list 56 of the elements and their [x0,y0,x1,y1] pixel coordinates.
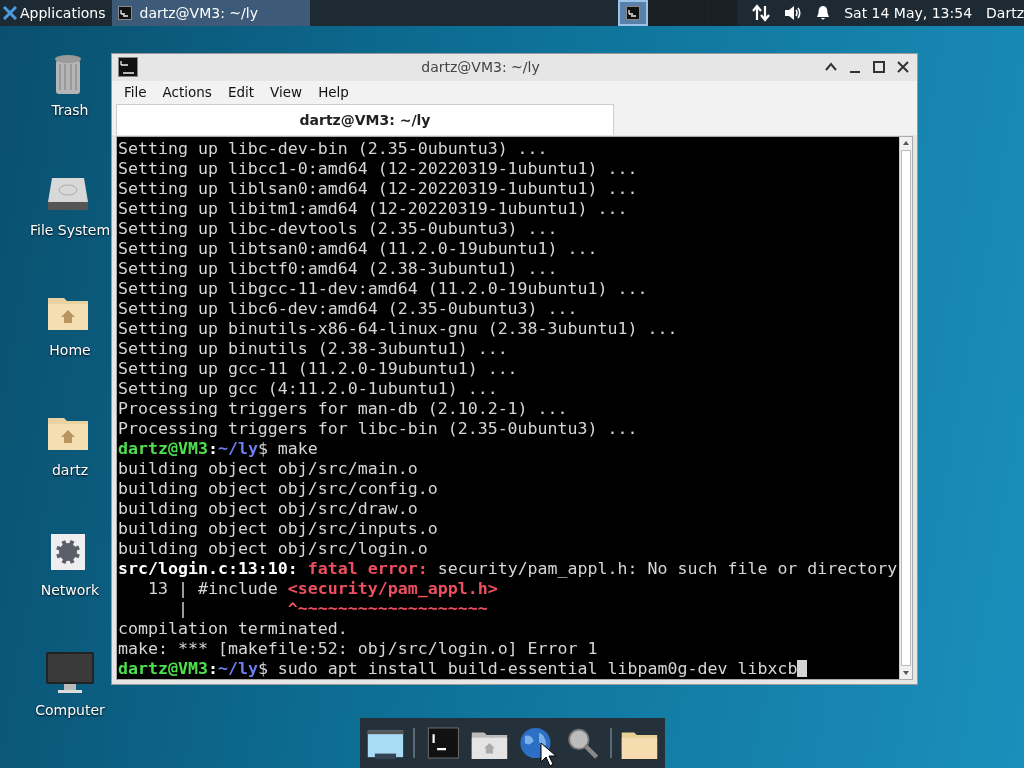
desktop-icon-label[interactable]: Trash [51,102,89,118]
terminal-line: src/login.c:13:10: fatal error: security/pam_appl.h: No such file or directory [118,559,899,579]
terminal-line: Setting up gcc (4:11.2.0-1ubuntu1) ... [118,379,499,399]
scrollbar-thumb[interactable] [901,150,911,666]
terminal-line: Setting up libctf0:amd64 (2.38-3ubuntu1) ... [118,259,559,279]
desktop-icon-label[interactable]: Network [40,582,100,598]
terminal-line: building object obj/src/inputs.o [118,519,439,539]
terminal-line: building object obj/src/login.o [118,539,429,559]
terminal-line: Setting up libtsan0:amd64 (11.2.0-19ubuntu1) ... [118,239,599,259]
desktop-icon-label[interactable]: dartz [51,462,89,478]
terminal-line: Setting up binutils-x86-64-linux-gnu (2.38-3ubuntu1) ... [118,319,679,339]
bell-icon[interactable] [816,5,831,21]
menu-item[interactable]: View [262,83,311,100]
terminal-line: compilation terminated. [118,619,349,639]
terminal-line: Setting up libc-dev-bin (2.35-0ubuntu3) ... [118,139,549,159]
workspace-button[interactable] [618,0,649,26]
terminal-line: make: *** [makefile:52: obj/src/login.o] Error 1 [118,639,599,659]
terminal-line: | ^~~~~~~~~~~~~~~~~~~~ [176,599,489,619]
terminal-line: Setting up libitm1:amd64 (12-20220319-1ubuntu1) ... [118,199,629,219]
user-name[interactable]: Dartz [986,5,1024,21]
terminal-line: 13 | #include <security/pam_appl.h> [146,579,499,599]
desktop-icon-label[interactable]: Computer [35,702,105,718]
terminal-line: Setting up libgcc-11-dev:amd64 (11.2.0-19ubuntu1) ... [118,279,649,299]
terminal-line: Setting up libc-devtools (2.35-0ubuntu3) ... [118,219,559,239]
terminal-line: dartz@VM3:~/ly$ make [118,439,319,459]
volume-icon[interactable] [784,5,803,21]
taskbar-button[interactable]: dartz@VM3: ~/ly [111,0,310,26]
maximize-icon[interactable] [871,59,887,76]
menu-item[interactable]: File [116,83,155,100]
tab[interactable]: dartz@VM3: ~/ly [116,104,614,135]
terminal-line: Processing triggers for libc-bin (2.35-0ubuntu3) ... [118,419,639,439]
clock[interactable]: Sat 14 May, 13:54 [844,5,973,21]
menu-item[interactable]: Actions [154,83,220,100]
applications-menu[interactable]: Applications [0,0,112,26]
menu-item[interactable]: Edit [219,83,263,100]
monitor-icon[interactable] [46,650,94,696]
window-title: dartz@VM3: ~/ly [420,59,541,76]
menu-item[interactable]: Help [310,83,357,100]
terminal-line: building object obj/src/draw.o [118,499,419,519]
terminal-line: Processing triggers for man-db (2.10.2-1) ... [118,399,569,419]
terminal-icon[interactable] [117,6,132,20]
desktop-icon-label[interactable]: Home [49,342,91,358]
terminal-line: Setting up libcc1-0:amd64 (12-20220319-1ubuntu1) ... [118,159,639,179]
terminal-line: dartz@VM3:~/ly$ sudo apt install build-essential libpam0g-dev libxcb [118,659,798,678]
terminal-icon[interactable] [118,57,138,78]
terminal-line: Setting up binutils (2.38-3ubuntu1) ... [118,339,509,359]
terminal-line: building object obj/src/config.o [118,479,439,499]
terminal-line: building object obj/src/main.o [118,459,419,479]
desktop-icon-label[interactable]: File System [29,222,111,238]
terminal-line: Setting up gcc-11 (11.2.0-19ubuntu1) ... [118,359,519,379]
x-logo-icon [3,6,17,20]
terminal-line: Setting up liblsan0:amd64 (12-20220319-1ubuntu1) ... [118,179,639,199]
terminal-icon[interactable] [626,6,641,20]
text-cursor [797,660,808,677]
terminal-line: Setting up libc6-dev:amd64 (2.35-0ubuntu3) ... [118,299,579,319]
network-arrows-icon[interactable] [752,4,771,22]
